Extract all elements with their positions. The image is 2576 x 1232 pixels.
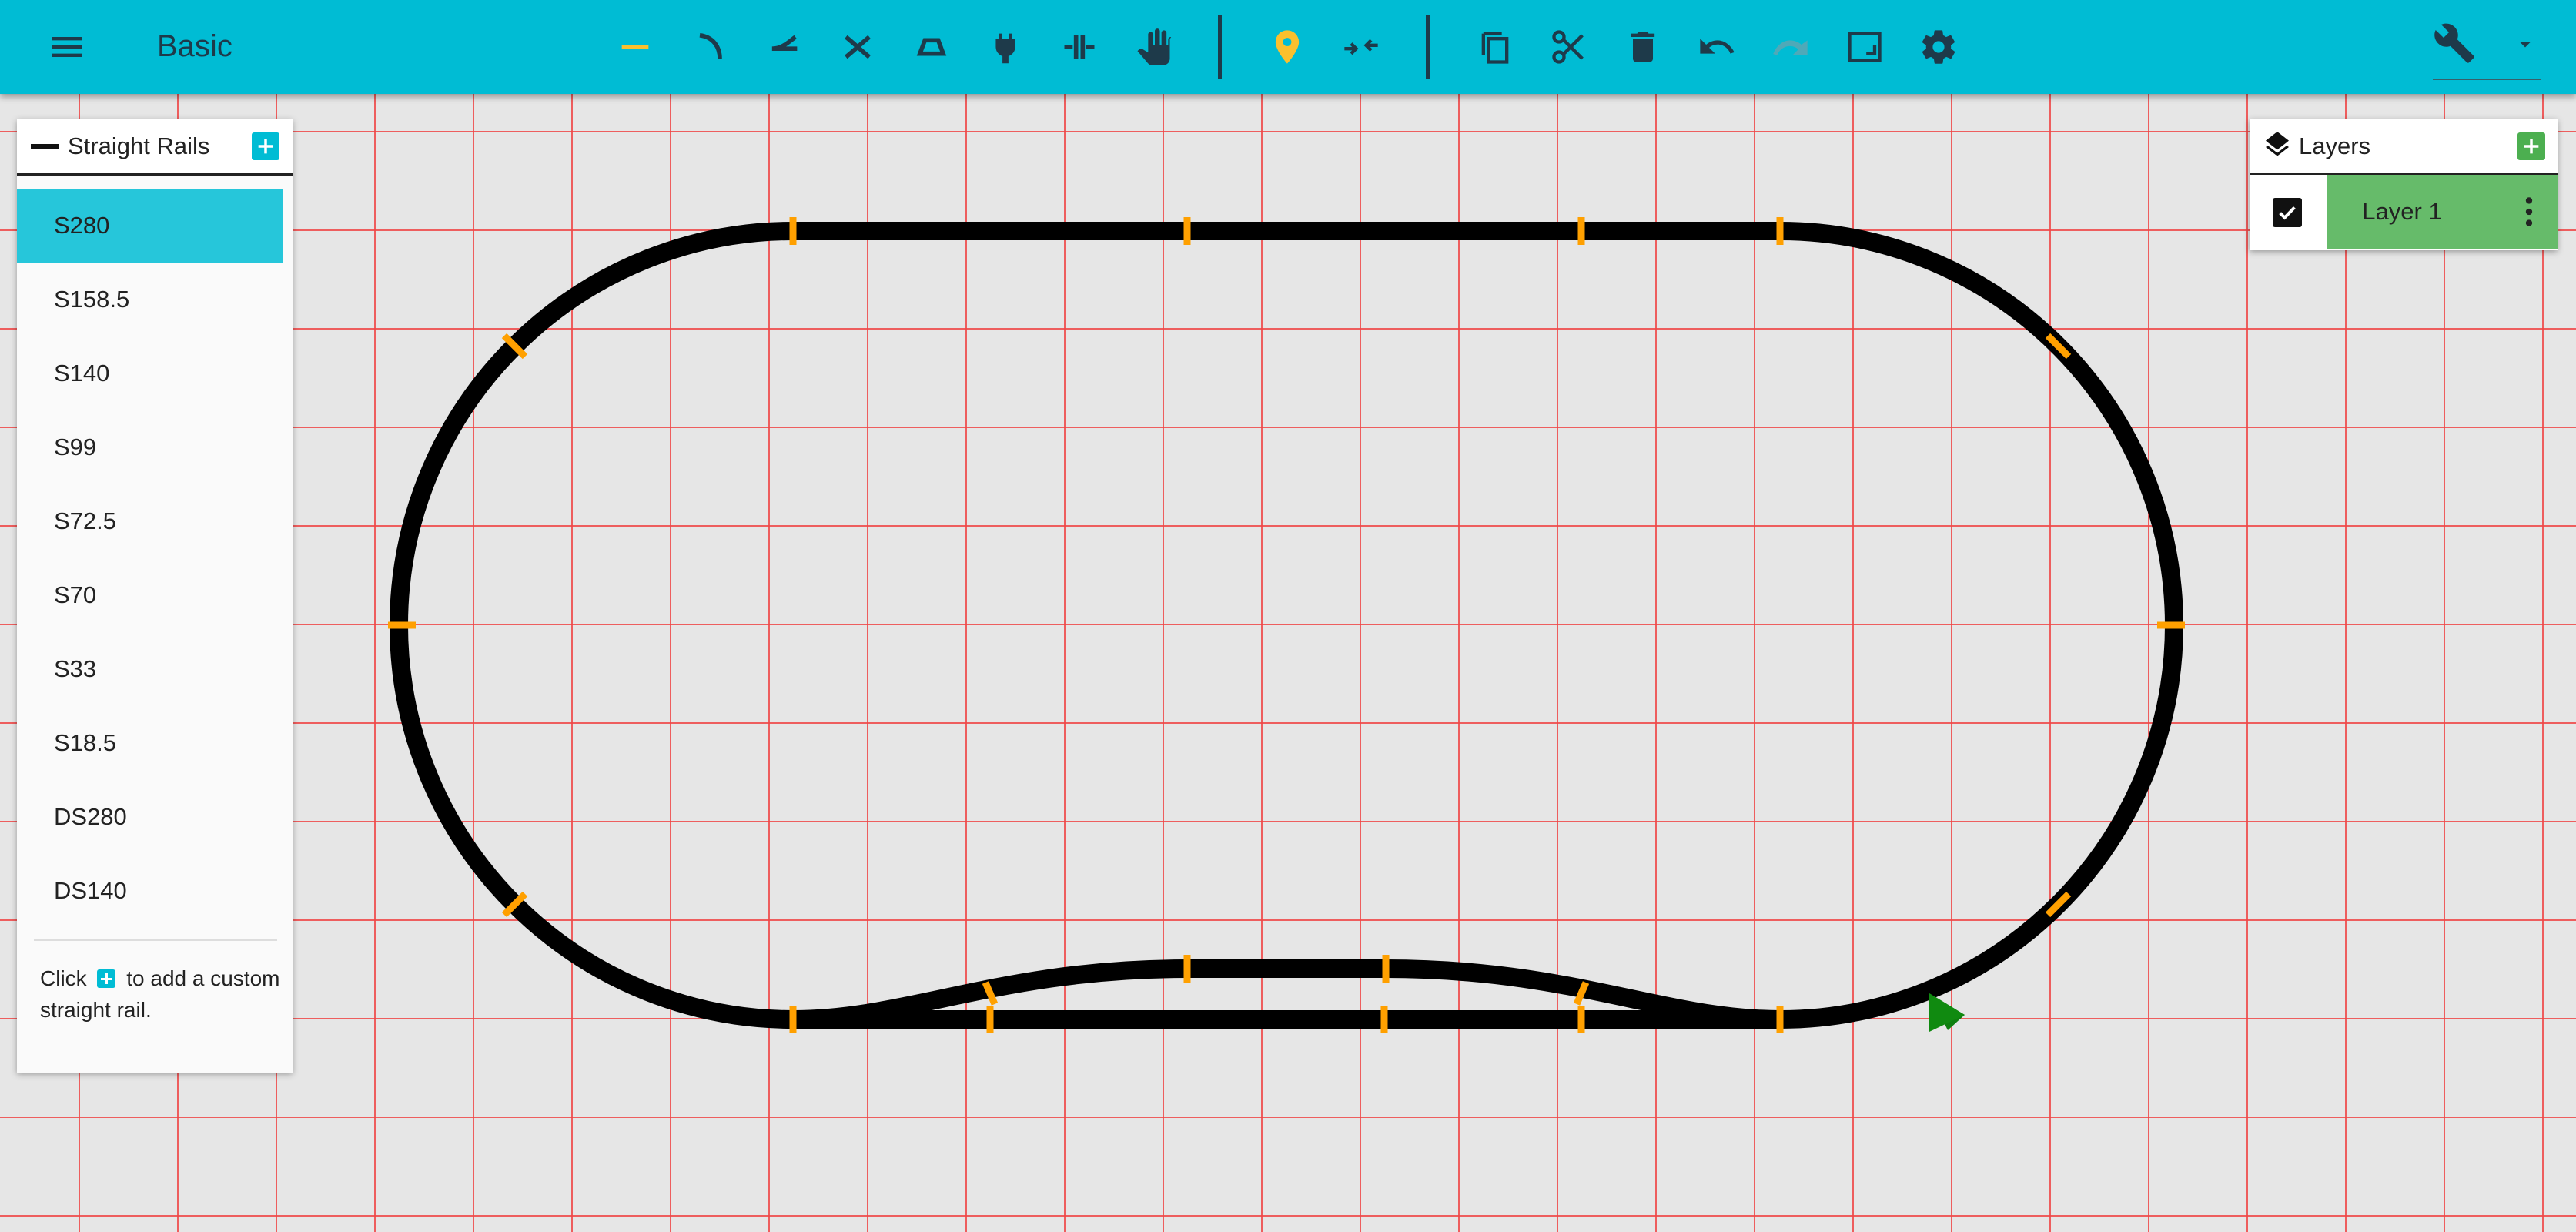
- custom-rail-hint: Click to add a custom straight rail.: [40, 962, 286, 1026]
- toolbar-separator: [1218, 15, 1222, 79]
- straight-rail-icon: [31, 144, 59, 149]
- undo-button[interactable]: [1692, 22, 1741, 72]
- redo-button[interactable]: [1766, 22, 1815, 72]
- rail-item-s99[interactable]: S99: [17, 410, 283, 484]
- turnout-tool[interactable]: [759, 22, 808, 72]
- toolbar-separator: [1426, 15, 1430, 79]
- hand-icon: [1137, 28, 1172, 65]
- plus-icon: [2524, 139, 2539, 154]
- divider: [34, 939, 277, 941]
- settings-button[interactable]: [1914, 22, 1963, 72]
- rail-item-s140[interactable]: S140: [17, 336, 283, 410]
- rail-item-s72-5[interactable]: S72.5: [17, 484, 283, 558]
- wrench-icon: [2434, 23, 2474, 63]
- panel-header: Straight Rails: [17, 119, 293, 176]
- cut-button[interactable]: [1544, 22, 1594, 72]
- plus-icon: [258, 139, 273, 154]
- tool-dropdown[interactable]: [2433, 17, 2541, 80]
- plus-icon: [97, 969, 116, 988]
- pin-tool[interactable]: [1263, 22, 1312, 72]
- straight-rail-icon: [621, 45, 649, 50]
- rail-item-s18-5[interactable]: S18.5: [17, 706, 283, 780]
- rail-item-s158-5[interactable]: S158.5: [17, 263, 283, 336]
- layer-visibility-checkbox[interactable]: [2273, 198, 2302, 227]
- cut-icon: [1552, 30, 1584, 64]
- menu-button[interactable]: [42, 22, 92, 72]
- delete-icon: [1631, 32, 1655, 62]
- menu-icon: [52, 37, 82, 57]
- copy-icon: [1481, 32, 1509, 64]
- rail-item-s280[interactable]: S280: [17, 189, 283, 263]
- insulator-icon: [1064, 35, 1095, 59]
- crossing-tool[interactable]: [833, 22, 882, 72]
- feeder-icon: [995, 33, 1015, 64]
- turnout-icon: [771, 35, 798, 51]
- curve-rail-icon: [699, 33, 722, 59]
- delete-button[interactable]: [1618, 22, 1668, 72]
- panel-title: Layers: [2299, 132, 2371, 159]
- straight-rail-tool[interactable]: [611, 22, 660, 72]
- more-vert-icon[interactable]: [2510, 192, 2548, 232]
- check-icon: [2279, 206, 2296, 220]
- dropdown-arrow-icon: [2520, 42, 2531, 48]
- crossing-icon: [845, 35, 871, 59]
- undo-icon: [1700, 38, 1735, 54]
- panel-header: Layers: [2250, 119, 2558, 175]
- settings-icon: [1922, 30, 1955, 64]
- add-layer-button[interactable]: [2517, 132, 2545, 160]
- layers-panel: Layers Layer 1: [2250, 119, 2558, 250]
- layer-name: Layer 1: [2362, 198, 2442, 225]
- add-custom-rail-button[interactable]: [252, 132, 279, 160]
- rail-item-ds280[interactable]: DS280: [17, 780, 283, 854]
- insulator-tool[interactable]: [1055, 22, 1104, 72]
- rail-item-ds140[interactable]: DS140: [17, 854, 283, 928]
- panel-title: Straight Rails: [68, 132, 210, 159]
- hand-tool[interactable]: [1130, 22, 1179, 72]
- pin-icon: [1275, 30, 1300, 64]
- rail-item-s70[interactable]: S70: [17, 558, 283, 632]
- bumper-icon: [916, 38, 947, 56]
- rail-right-curve: [1779, 222, 2183, 1029]
- bumper-tool[interactable]: [907, 22, 956, 72]
- redo-icon: [1773, 40, 1808, 55]
- layers-icon: [2266, 132, 2289, 156]
- curve-rail-tool[interactable]: [685, 22, 734, 72]
- frame-button[interactable]: [1840, 22, 1889, 72]
- frame-icon: [1848, 32, 1882, 62]
- top-toolbar: Basic: [0, 0, 2576, 94]
- copy-button[interactable]: [1470, 22, 1520, 72]
- align-icon: [1344, 38, 1378, 55]
- rail-left-curve: [390, 222, 794, 1029]
- app-title: Basic: [157, 29, 233, 63]
- hint-text-before: Click: [40, 966, 87, 990]
- layer-item[interactable]: Layer 1: [2327, 175, 2558, 249]
- straight-rails-panel: Straight Rails S280 S158.5 S140 S99 S72.…: [17, 119, 293, 1073]
- feeder-tool[interactable]: [981, 22, 1030, 72]
- track-layout[interactable]: [0, 0, 2576, 1232]
- align-tool[interactable]: [1337, 22, 1386, 72]
- layer-row: Layer 1: [2250, 175, 2558, 249]
- rail-item-s33[interactable]: S33: [17, 632, 283, 706]
